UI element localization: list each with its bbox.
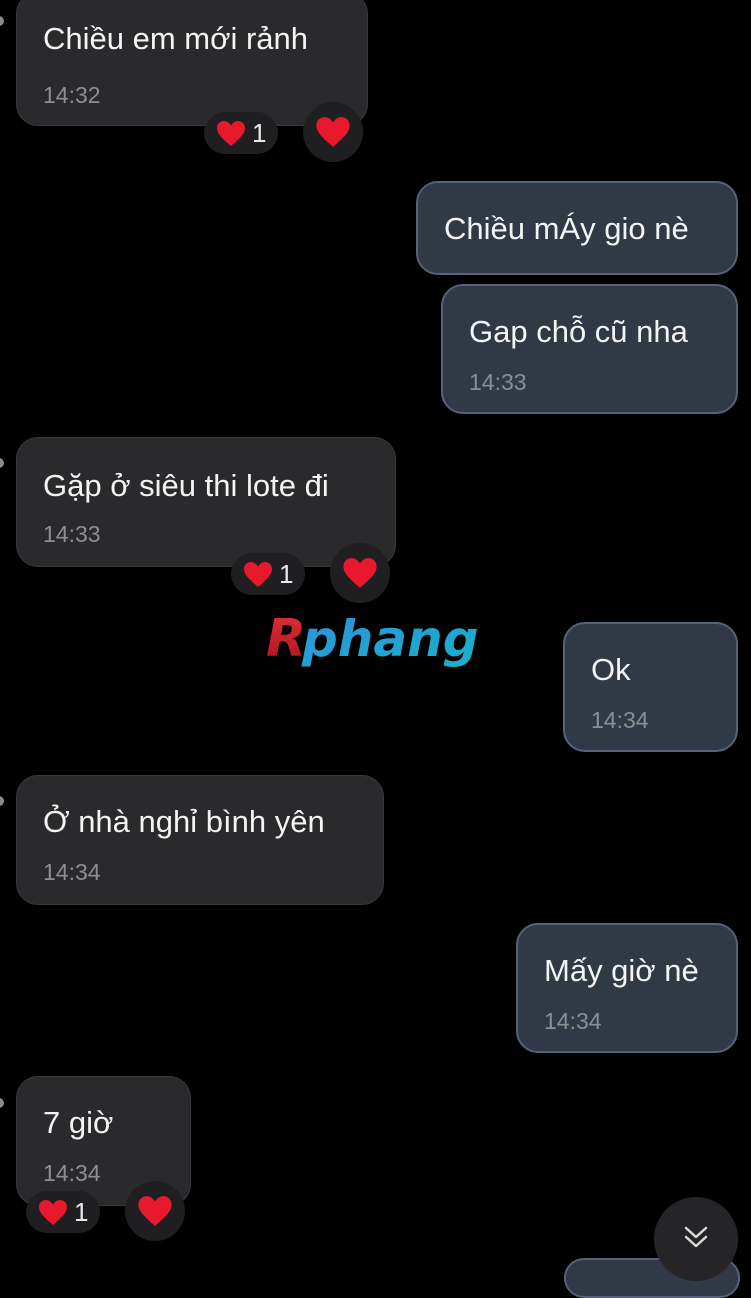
message-time: 14:34: [591, 707, 649, 733]
message-text: Gap chỗ cũ nha: [469, 314, 688, 349]
svg-text:R: R: [266, 609, 306, 669]
scroll-to-bottom-button[interactable]: [654, 1197, 738, 1281]
avatar-edge: [0, 1098, 4, 1108]
avatar-edge: [0, 458, 4, 468]
outgoing-message-bubble[interactable]: Chiều mÁy gio nè: [416, 181, 738, 275]
message-text: 7 giờ: [43, 1105, 114, 1140]
incoming-message-bubble[interactable]: Ở nhà nghỉ bình yên 14:34: [16, 775, 384, 905]
reaction-count: 1: [252, 117, 267, 148]
add-reaction-button[interactable]: [125, 1181, 185, 1241]
message-text: Ở nhà nghỉ bình yên: [43, 804, 325, 839]
watermark-logo: R phang: [264, 606, 490, 672]
message-time: 14:32: [43, 82, 101, 108]
message-text: Chiều mÁy gio nè: [444, 211, 689, 246]
double-chevron-down-icon: [681, 1222, 711, 1257]
message-text: Mấy giờ nè: [544, 953, 699, 988]
message-time: 14:34: [43, 1160, 101, 1186]
message-text: Chiều em mới rảnh: [43, 21, 308, 56]
heart-icon: [243, 561, 273, 588]
add-reaction-button[interactable]: [330, 543, 390, 603]
reaction-count: 1: [279, 558, 294, 589]
avatar-edge: [0, 16, 4, 26]
add-reaction-button[interactable]: [303, 102, 363, 162]
message-time: 14:33: [469, 369, 527, 395]
reaction-count: 1: [74, 1196, 89, 1227]
message-time: 14:34: [544, 1008, 602, 1034]
heart-icon: [315, 116, 351, 148]
reaction-count-badge[interactable]: 1: [231, 553, 306, 595]
reaction-count-badge[interactable]: 1: [204, 112, 279, 154]
heart-icon: [38, 1199, 68, 1226]
message-text: Ok: [591, 652, 631, 687]
heart-icon: [216, 120, 246, 147]
outgoing-message-bubble[interactable]: Mấy giờ nè 14:34: [516, 923, 738, 1053]
avatar-edge: [0, 796, 4, 806]
heart-icon: [342, 557, 378, 589]
message-text: Gặp ở siêu thi lote đi: [43, 468, 329, 503]
reaction-count-badge[interactable]: 1: [26, 1191, 101, 1233]
message-time: 14:34: [43, 859, 101, 885]
message-time: 14:33: [43, 521, 101, 547]
watermark-text: phang: [301, 610, 479, 668]
outgoing-message-bubble[interactable]: Ok 14:34: [563, 622, 738, 752]
incoming-message-bubble[interactable]: Gặp ở siêu thi lote đi 14:33: [16, 437, 396, 567]
heart-icon: [137, 1195, 173, 1227]
outgoing-message-bubble[interactable]: Gap chỗ cũ nha 14:33: [441, 284, 738, 414]
